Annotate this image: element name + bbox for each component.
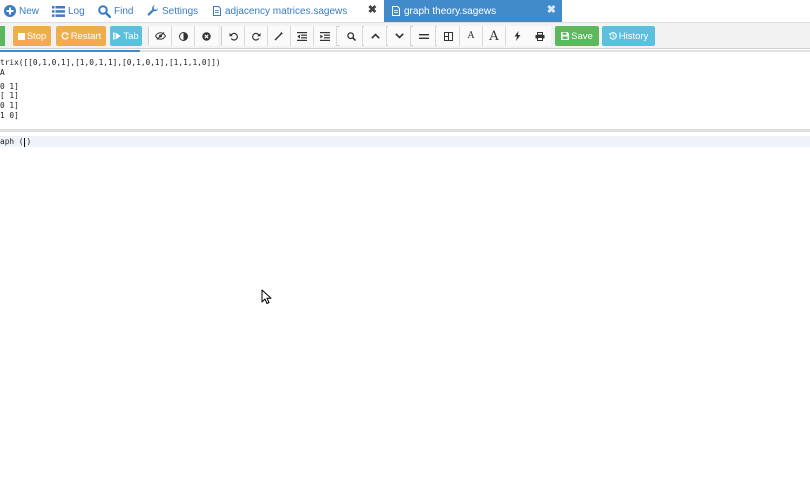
columns-icon <box>443 31 453 41</box>
search-button[interactable] <box>340 26 363 46</box>
file-tab-adjacency-matrices[interactable]: adjacency matrices.sagews ✖ <box>205 0 383 22</box>
settings-label: Settings <box>162 5 199 17</box>
toggle-output-button[interactable] <box>172 26 195 46</box>
file-icon <box>392 6 400 16</box>
indent-button[interactable] <box>314 26 337 46</box>
chevron-down-icon <box>394 33 404 39</box>
run-button[interactable] <box>0 26 5 46</box>
tab-label: Tab <box>123 30 139 42</box>
font-large-icon: A <box>489 28 499 44</box>
tab-button[interactable]: Tab <box>110 26 142 46</box>
code-line[interactable]: trix([[0,1,0,1],[1,0,1,1],[0,1,0,1],[1,1… <box>0 58 221 67</box>
history-label: History <box>618 30 649 42</box>
column-button[interactable] <box>437 26 460 46</box>
half-circle-icon <box>178 31 188 41</box>
step-forward-icon <box>113 32 121 40</box>
stop-label: Stop <box>26 30 47 42</box>
save-label: Save <box>571 30 593 42</box>
indent-icon <box>320 31 330 41</box>
output-line: 0 1] <box>0 82 19 91</box>
code-line[interactable]: A <box>0 68 5 77</box>
floppy-disk-icon <box>561 32 570 40</box>
history-icon <box>608 32 617 40</box>
hide-input-button[interactable] <box>149 26 172 46</box>
find-button[interactable]: Find <box>98 0 133 22</box>
mouse-pointer-icon <box>261 289 272 304</box>
execute-button[interactable] <box>506 26 529 46</box>
close-icon[interactable]: ✖ <box>368 3 377 16</box>
cell-progress-track <box>140 50 810 52</box>
outdent-button[interactable] <box>291 26 314 46</box>
outdent-icon <box>297 31 307 41</box>
save-button[interactable]: Save <box>555 26 599 46</box>
undo-button[interactable] <box>222 26 245 46</box>
code-before-cursor: aph ( <box>0 137 24 146</box>
output-line: 0 1] <box>0 101 19 110</box>
settings-button[interactable]: Settings <box>147 0 198 22</box>
file-tab-name: adjacency matrices.sagews <box>225 5 348 17</box>
eye-slash-icon <box>154 32 166 40</box>
redo-button[interactable] <box>245 26 268 46</box>
wrench-icon <box>147 5 159 16</box>
find-label: Find <box>114 5 134 17</box>
times-circle-icon <box>202 31 211 41</box>
list-icon <box>52 5 65 17</box>
refresh-icon <box>61 32 69 40</box>
close-icon[interactable]: ✖ <box>547 3 556 16</box>
output-line: 1 0] <box>0 111 19 120</box>
bolt-icon <box>514 31 520 41</box>
editor-toolbar: Stop Restart Tab A A Save History <box>0 22 810 49</box>
format-button[interactable] <box>268 26 291 46</box>
move-up-button[interactable] <box>364 26 387 46</box>
log-label: Log <box>68 5 85 17</box>
stop-icon <box>17 32 25 40</box>
print-button[interactable] <box>528 26 551 46</box>
file-tab-graph-theory[interactable]: graph theory.sagews ✖ <box>384 0 562 22</box>
split-icon <box>419 33 429 39</box>
magic-wand-icon <box>274 31 284 41</box>
code-after-cursor: ) <box>26 137 32 146</box>
restart-label: Restart <box>70 30 102 42</box>
top-navigation: New Log Find Settings adjacency matrices… <box>0 0 810 22</box>
undo-icon <box>229 32 238 41</box>
search-icon <box>346 31 356 41</box>
cell-progress-bar <box>0 50 140 52</box>
stop-button[interactable]: Stop <box>13 26 51 46</box>
file-tab-name: graph theory.sagews <box>404 5 497 17</box>
new-button[interactable]: New <box>4 0 39 22</box>
plus-circle-icon <box>4 5 16 17</box>
worksheet-editor[interactable]: trix([[0,1,0,1],[1,0,1,1],[0,1,0,1],[1,1… <box>0 50 810 480</box>
search-icon <box>98 4 111 18</box>
new-label: New <box>19 5 40 17</box>
restart-button[interactable]: Restart <box>56 26 106 46</box>
history-button[interactable]: History <box>602 26 655 46</box>
split-cell-button[interactable] <box>413 26 436 46</box>
delete-output-button[interactable] <box>195 26 218 46</box>
redo-icon <box>251 32 260 41</box>
chevron-up-icon <box>370 33 380 39</box>
font-decrease-button[interactable]: A <box>460 26 483 46</box>
font-small-icon: A <box>467 31 475 41</box>
log-button[interactable]: Log <box>52 0 85 22</box>
print-icon <box>535 31 544 41</box>
cell-divider <box>0 129 810 132</box>
font-increase-button[interactable]: A <box>483 26 506 46</box>
current-code-line[interactable]: aph () <box>0 137 31 147</box>
output-line: [ 1] <box>0 91 19 100</box>
move-down-button[interactable] <box>388 26 411 46</box>
file-icon <box>213 6 221 16</box>
active-line-highlight <box>0 136 810 147</box>
